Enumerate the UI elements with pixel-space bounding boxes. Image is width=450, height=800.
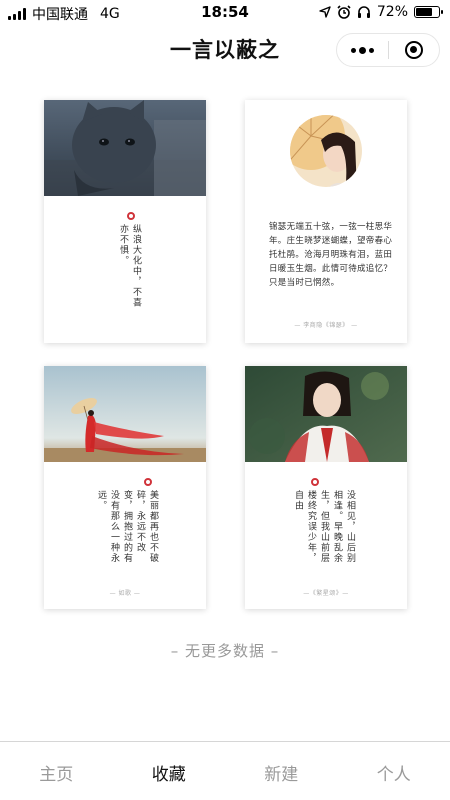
- status-bar: 中国联通 4G 18:54 72%: [0, 0, 450, 26]
- red-dot-icon: [127, 212, 135, 220]
- battery-percent: 72%: [376, 4, 408, 20]
- mini-program-capsule: [336, 33, 440, 67]
- red-dot-icon: [144, 478, 152, 486]
- no-more-data-label: – 无更多数据 –: [170, 642, 280, 660]
- tab-new[interactable]: 新建: [225, 742, 338, 800]
- card-image-swordsman: [245, 366, 407, 462]
- quote-card[interactable]: 没相见，山后别相逢。早晚乱余生，但我山前层楼终究误少年，自由 —《繁星颂》—: [245, 366, 407, 609]
- tab-favorites[interactable]: 收藏: [113, 742, 226, 800]
- card-image-umbrella-woman: [44, 366, 206, 462]
- location-arrow-icon: [319, 6, 331, 18]
- status-right: 72%: [319, 4, 443, 20]
- quote-credit: — 如歌 —: [109, 590, 141, 597]
- quote-text: 没相见，山后别相逢。早晚乱余生，但我山前层楼终究误少年，自由: [293, 490, 355, 564]
- quote-text: 美丽都再也不破碎，永远不改变，拥抱过的有没有那么一种永远。: [96, 490, 158, 564]
- battery-icon: [414, 6, 443, 18]
- headphones-icon: [357, 6, 370, 18]
- quote-text: 纵浪大化中，不喜亦不惧。: [118, 224, 141, 308]
- quote-credit: —《繁星颂》—: [303, 590, 349, 597]
- tab-profile[interactable]: 个人: [338, 742, 450, 800]
- more-dots-icon: [350, 46, 374, 54]
- card-image-portrait: [245, 100, 407, 196]
- quote-text: 锦瑟无端五十弦，一弦一柱思华年。庄生晓梦迷蝴蝶，望帝春心托杜鹃。沧海月明珠有泪，…: [269, 222, 393, 288]
- quote-card[interactable]: 美丽都再也不破碎，永远不改变，拥抱过的有没有那么一种永远。 — 如歌 —: [44, 366, 206, 609]
- red-dot-icon: [311, 478, 319, 486]
- tab-bar: 主页 收藏 新建 个人: [0, 741, 450, 800]
- nav-bar: 一言以蔽之: [0, 26, 450, 72]
- target-close-icon: [404, 41, 423, 59]
- quote-credit: — 李商隐《锦瑟》 —: [294, 322, 358, 329]
- close-miniprogram-button[interactable]: [389, 34, 440, 66]
- quote-card[interactable]: 锦瑟无端五十弦，一弦一柱思华年。庄生晓梦迷蝴蝶，望帝春心托杜鹃。沧海月明珠有泪，…: [245, 100, 407, 343]
- quote-card[interactable]: 纵浪大化中，不喜亦不惧。: [44, 100, 206, 343]
- tab-home[interactable]: 主页: [0, 742, 113, 800]
- card-image-cat: [44, 100, 206, 196]
- more-button[interactable]: [337, 34, 388, 66]
- alarm-icon: [337, 5, 351, 19]
